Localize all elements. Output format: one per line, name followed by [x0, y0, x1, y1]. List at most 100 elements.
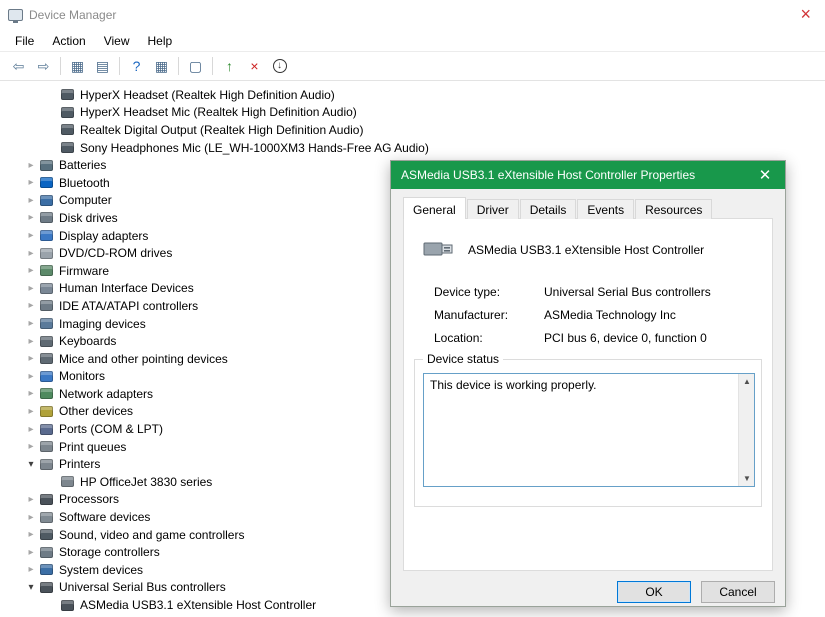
export-list-button[interactable]: ▦ [149, 55, 174, 78]
window-close-icon[interactable]: × [800, 4, 811, 24]
tab-resources[interactable]: Resources [635, 199, 712, 219]
dialog-title: ASMedia USB3.1 eXtensible Host Controlle… [401, 168, 695, 182]
imaging-device-icon [40, 318, 53, 329]
device-manager-window: Device Manager × FileActionViewHelp ⇦ ⇨ ▦ ▤… [0, 0, 825, 81]
tree-item-label: Display adapters [59, 229, 148, 243]
properties-button[interactable]: ▤ [90, 55, 115, 78]
update-driver-icon: ↑ [226, 59, 233, 73]
device-type-value: Universal Serial Bus controllers [544, 285, 711, 299]
chevron-right-icon[interactable]: ▸ [24, 160, 38, 171]
chevron-down-icon[interactable]: ▾ [24, 582, 38, 593]
update-driver-button[interactable]: ↑ [217, 55, 242, 78]
disk-drive-icon [40, 212, 53, 223]
tree-item-hyperx-headset-mic-realtek-high-definition-audio[interactable]: HyperX Headset Mic (Realtek High Definit… [0, 104, 825, 122]
chevron-right-icon[interactable]: ▸ [24, 248, 38, 259]
chevron-right-icon[interactable]: ▸ [24, 529, 38, 540]
scan-hardware-changes-button[interactable]: ▢ [183, 55, 208, 78]
chevron-right-icon[interactable]: ▸ [24, 265, 38, 276]
back-arrow-icon: ⇦ [13, 59, 25, 73]
firmware-icon [40, 265, 53, 276]
chevron-right-icon[interactable]: ▸ [24, 318, 38, 329]
usb-controller-icon [40, 582, 53, 593]
tree-item-label: Print queues [59, 440, 126, 454]
chevron-right-icon[interactable]: ▸ [24, 195, 38, 206]
tree-item-label: Disk drives [59, 211, 118, 225]
tree-item-label: Storage controllers [59, 545, 160, 559]
chevron-right-icon[interactable]: ▸ [24, 212, 38, 223]
tree-item-label: Sony Headphones Mic (LE_WH-1000XM3 Hands… [80, 141, 429, 155]
tree-item-label: Other devices [59, 404, 133, 418]
help-button[interactable]: ? [124, 55, 149, 78]
chevron-right-icon[interactable]: ▸ [24, 406, 38, 417]
usb-plug-icon [422, 237, 456, 261]
storage-controller-icon [40, 547, 53, 558]
console-tree-button[interactable]: ▦ [65, 55, 90, 78]
speaker-icon [61, 89, 74, 100]
scan-computer-icon: ▢ [189, 59, 202, 73]
chevron-right-icon[interactable]: ▸ [24, 371, 38, 382]
dialog-title-bar: ASMedia USB3.1 eXtensible Host Controlle… [391, 161, 785, 189]
device-status-textbox[interactable]: This device is working properly. ▲ ▼ [423, 373, 755, 487]
chevron-right-icon[interactable]: ▸ [24, 336, 38, 347]
menu-help[interactable]: Help [139, 32, 182, 50]
menu-file[interactable]: File [6, 32, 43, 50]
dialog-close-icon[interactable]: ✕ [745, 161, 785, 189]
chevron-right-icon[interactable]: ▸ [24, 388, 38, 399]
tree-item-label: HyperX Headset (Realtek High Definition … [80, 88, 335, 102]
chevron-right-icon[interactable]: ▸ [24, 300, 38, 311]
chevron-right-icon[interactable]: ▸ [24, 353, 38, 364]
menu-view[interactable]: View [95, 32, 139, 50]
tree-item-label: Computer [59, 193, 112, 207]
chevron-down-icon[interactable]: ▾ [24, 459, 38, 470]
tree-item-label: System devices [59, 563, 143, 577]
device-status-groupbox: Device status This device is working pro… [414, 359, 762, 507]
scroll-down-icon[interactable]: ▼ [739, 471, 755, 486]
processor-icon [40, 494, 53, 505]
tree-item-label: Imaging devices [59, 317, 146, 331]
uninstall-device-button[interactable]: × [242, 55, 267, 78]
chevron-right-icon[interactable]: ▸ [24, 177, 38, 188]
forward-button[interactable]: ⇨ [31, 55, 56, 78]
chevron-right-icon[interactable]: ▸ [24, 283, 38, 294]
tab-general[interactable]: General [403, 197, 466, 219]
title-bar: Device Manager × [0, 0, 825, 30]
tree-item-label: Realtek Digital Output (Realtek High Def… [80, 123, 363, 137]
microphone-icon [61, 107, 74, 118]
printer-icon [61, 476, 74, 487]
tree-item-label: Processors [59, 492, 119, 506]
disable-device-button[interactable]: ↓ [267, 55, 292, 78]
bluetooth-icon [40, 177, 53, 188]
scroll-up-icon[interactable]: ▲ [739, 374, 755, 389]
chevron-right-icon[interactable]: ▸ [24, 564, 38, 575]
usb-device-icon [61, 600, 74, 611]
tree-item-hyperx-headset-realtek-high-definition-audio[interactable]: HyperX Headset (Realtek High Definition … [0, 86, 825, 104]
device-manager-icon [8, 9, 23, 21]
toolbar-separator [119, 57, 120, 75]
microphone-icon [61, 142, 74, 153]
chevron-right-icon[interactable]: ▸ [24, 441, 38, 452]
chevron-right-icon[interactable]: ▸ [24, 547, 38, 558]
tree-item-label: Network adapters [59, 387, 153, 401]
tree-item-label: Universal Serial Bus controllers [59, 580, 226, 594]
ok-button[interactable]: OK [617, 581, 691, 603]
cancel-button[interactable]: Cancel [701, 581, 775, 603]
dialog-tabs: GeneralDriverDetailsEventsResources [403, 199, 713, 219]
tab-driver[interactable]: Driver [467, 199, 519, 219]
tab-details[interactable]: Details [520, 199, 577, 219]
back-button[interactable]: ⇦ [6, 55, 31, 78]
chevron-right-icon[interactable]: ▸ [24, 512, 38, 523]
chevron-right-icon[interactable]: ▸ [24, 424, 38, 435]
properties-icon: ▤ [96, 59, 109, 73]
chevron-right-icon[interactable]: ▸ [24, 230, 38, 241]
help-icon: ? [133, 59, 141, 73]
software-device-icon [40, 512, 53, 523]
menu-action[interactable]: Action [43, 32, 94, 50]
chevron-right-icon[interactable]: ▸ [24, 494, 38, 505]
tree-item-label: DVD/CD-ROM drives [59, 246, 172, 260]
tree-item-sony-headphones-mic-le-wh-1000xm3-hands-free-ag-audio[interactable]: Sony Headphones Mic (LE_WH-1000XM3 Hands… [0, 139, 825, 157]
tree-item-realtek-digital-output-realtek-high-definition-audio[interactable]: Realtek Digital Output (Realtek High Def… [0, 121, 825, 139]
tab-events[interactable]: Events [577, 199, 634, 219]
keyboard-icon [40, 336, 53, 347]
scrollbar[interactable]: ▲ ▼ [738, 374, 754, 486]
list-icon: ▦ [155, 59, 168, 73]
